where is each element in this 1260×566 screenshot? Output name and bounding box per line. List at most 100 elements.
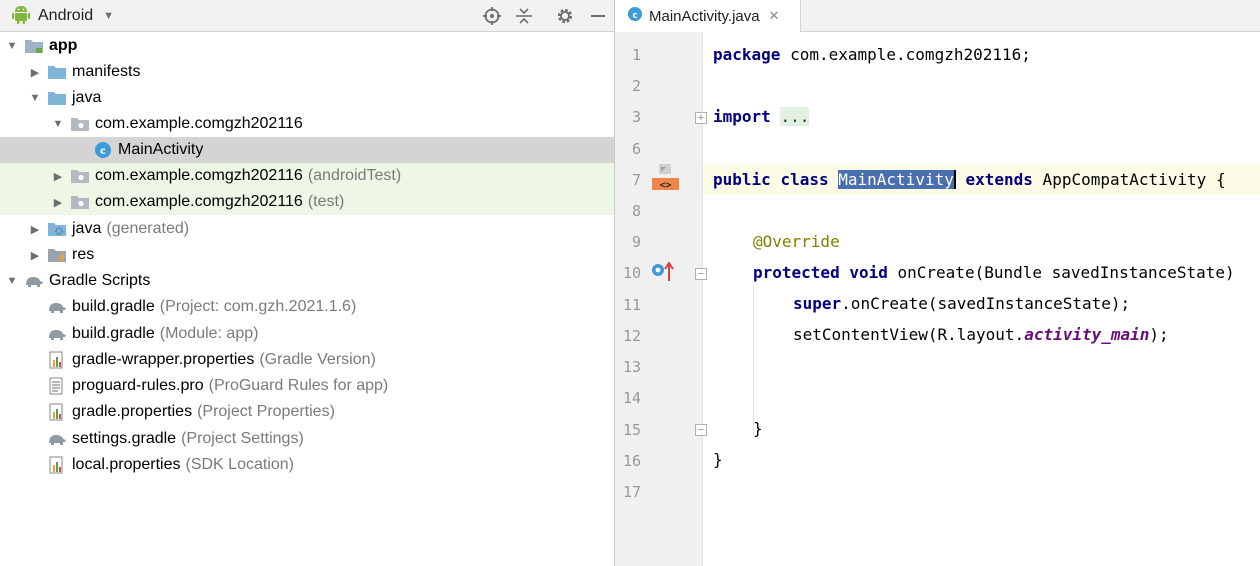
text-file-icon	[47, 376, 67, 396]
keyword: public	[713, 170, 771, 189]
code-line-1[interactable]: package com.example.comgzh202116;	[713, 43, 1031, 67]
code-line-12[interactable]: setContentView(R.layout.activity_main);	[793, 323, 1169, 347]
tree-node-res[interactable]: ▶ res	[0, 242, 614, 268]
selected-class-name[interactable]: MainActivity	[838, 170, 954, 189]
code-text: setContentView(R.layout.	[793, 325, 1025, 344]
indent-guide	[753, 285, 754, 435]
code-text: AppCompatActivity {	[1032, 170, 1226, 189]
line-number: 13	[622, 358, 641, 376]
tree-node-label: java	[72, 89, 102, 106]
locate-icon[interactable]	[481, 5, 503, 27]
fold-collapse-icon[interactable]: −	[695, 268, 707, 280]
expand-arrow-icon[interactable]: ▶	[29, 216, 41, 242]
expand-arrow-icon[interactable]: ▼	[6, 268, 18, 294]
annotation: @Override	[753, 232, 840, 251]
code-line-15[interactable]: }	[753, 417, 763, 441]
project-view-selector[interactable]: Android ▼	[12, 4, 114, 28]
tree-node-hint: (generated)	[106, 220, 190, 237]
override-method-icon[interactable]	[651, 261, 675, 288]
code-text: .onCreate(savedInstanceState);	[841, 294, 1131, 313]
expand-arrow-icon[interactable]: ▶	[29, 242, 41, 268]
closing-brace: }	[713, 450, 723, 469]
tree-node-hint: (ProGuard Rules for app)	[208, 377, 389, 394]
tree-node-label: build.gradle	[72, 325, 155, 342]
tree-node-label: build.gradle	[72, 298, 155, 315]
expand-arrow-icon[interactable]: ▶	[52, 189, 64, 215]
tree-node-label: app	[49, 37, 78, 54]
tree-node-label: local.properties	[72, 456, 181, 473]
tree-node-label: com.example.comgzh202116	[95, 115, 303, 132]
collapse-all-icon[interactable]	[513, 5, 535, 27]
project-panel: Android ▼ ▼ app ▶ manifests ▼ java ▼ com…	[0, 0, 615, 566]
gradle-elephant-icon	[24, 271, 44, 291]
tree-node-hint: (test)	[307, 193, 345, 210]
code-line-3[interactable]: import ...	[713, 105, 810, 129]
tree-node-gradle-scripts[interactable]: ▼ Gradle Scripts	[0, 268, 614, 294]
tree-node-package-androidtest[interactable]: ▶ com.example.comgzh202116 (androidTest)	[0, 163, 614, 189]
line-number: 10	[622, 264, 641, 282]
keyword: package	[713, 45, 781, 64]
tree-node-java-generated[interactable]: ▶ java (generated)	[0, 216, 614, 242]
tree-node-package[interactable]: ▼ com.example.comgzh202116	[0, 111, 614, 137]
tree-node-build-gradle-module[interactable]: build.gradle (Module: app)	[0, 321, 614, 347]
line-number: 9	[631, 233, 641, 251]
expand-arrow-icon[interactable]: ▶	[52, 163, 64, 189]
tree-node-gradle-properties[interactable]: gradle.properties (Project Properties)	[0, 399, 614, 425]
editor-gutter[interactable]: 1 2 3 6 7 8 9 10 11 12 13 14 15 16 17 <>	[615, 32, 707, 566]
package-icon	[70, 192, 90, 212]
code-line-16[interactable]: }	[713, 448, 723, 472]
project-view-label: Android	[38, 7, 94, 24]
tree-node-label: gradle-wrapper.properties	[72, 351, 255, 368]
tree-node-settings-gradle[interactable]: settings.gradle (Project Settings)	[0, 426, 614, 452]
expand-arrow-icon[interactable]: ▶	[29, 59, 41, 85]
code-line-9[interactable]: @Override	[753, 230, 840, 254]
package-icon	[70, 166, 90, 186]
line-number: 7	[631, 171, 641, 189]
svg-text:c: c	[100, 146, 106, 157]
code-editor: c MainActivity.java ✕ 1 2 3 6 7 8 9 10 1…	[615, 0, 1260, 566]
tree-node-label: Gradle Scripts	[49, 272, 151, 289]
gear-icon[interactable]	[554, 5, 576, 27]
close-icon[interactable]: ✕	[769, 8, 780, 24]
tree-node-label: settings.gradle	[72, 430, 177, 447]
tab-mainactivity[interactable]: c MainActivity.java ✕	[615, 0, 801, 32]
tab-label: MainActivity.java	[649, 7, 760, 25]
folded-imports[interactable]: ...	[780, 107, 810, 126]
minimize-icon[interactable]	[587, 5, 609, 27]
code-line-11[interactable]: super.onCreate(savedInstanceState);	[793, 292, 1130, 316]
module-folder-icon	[24, 36, 44, 56]
tree-node-proguard-rules[interactable]: proguard-rules.pro (ProGuard Rules for a…	[0, 373, 614, 399]
tree-node-label: gradle.properties	[72, 403, 193, 420]
tree-node-build-gradle-project[interactable]: build.gradle (Project: com.gzh.2021.1.6)	[0, 294, 614, 320]
tree-node-app[interactable]: ▼ app	[0, 33, 614, 59]
code-line-7[interactable]: public class MainActivity extends AppCom…	[713, 168, 1226, 192]
tree-node-manifests[interactable]: ▶ manifests	[0, 59, 614, 85]
android-icon	[12, 4, 30, 29]
generated-folder-icon	[47, 219, 67, 239]
tree-node-label: proguard-rules.pro	[72, 377, 204, 394]
line-number: 16	[622, 452, 641, 470]
expand-arrow-icon[interactable]: ▼	[6, 33, 18, 59]
tree-node-local-properties[interactable]: local.properties (SDK Location)	[0, 452, 614, 478]
tree-node-label: res	[72, 246, 95, 263]
fold-end-icon[interactable]: −	[695, 424, 707, 436]
properties-file-icon	[47, 350, 67, 370]
expand-arrow-icon[interactable]: ▼	[29, 85, 41, 111]
tree-node-hint: (SDK Location)	[185, 456, 295, 473]
tree-node-gradle-wrapper-properties[interactable]: gradle-wrapper.properties (Gradle Versio…	[0, 347, 614, 373]
line-number: 8	[631, 202, 641, 220]
code-line-10[interactable]: protected void onCreate(Bundle savedInst…	[753, 261, 1235, 285]
expand-arrow-icon[interactable]: ▼	[52, 111, 64, 137]
tree-node-mainactivity[interactable]: c MainActivity	[0, 137, 614, 163]
editor-tab-bar: c MainActivity.java ✕	[615, 0, 1260, 32]
layout-xml-icon[interactable]: <>	[651, 162, 681, 197]
tree-node-java[interactable]: ▼ java	[0, 85, 614, 111]
line-number: 3	[631, 108, 641, 126]
code-text: );	[1149, 325, 1169, 344]
resource-field: activity_main	[1024, 325, 1150, 344]
tree-node-package-test[interactable]: ▶ com.example.comgzh202116 (test)	[0, 189, 614, 215]
closing-brace: }	[753, 419, 763, 438]
fold-expand-icon[interactable]: +	[695, 112, 707, 124]
line-number: 17	[622, 483, 641, 501]
tree-node-label: java	[72, 220, 102, 237]
